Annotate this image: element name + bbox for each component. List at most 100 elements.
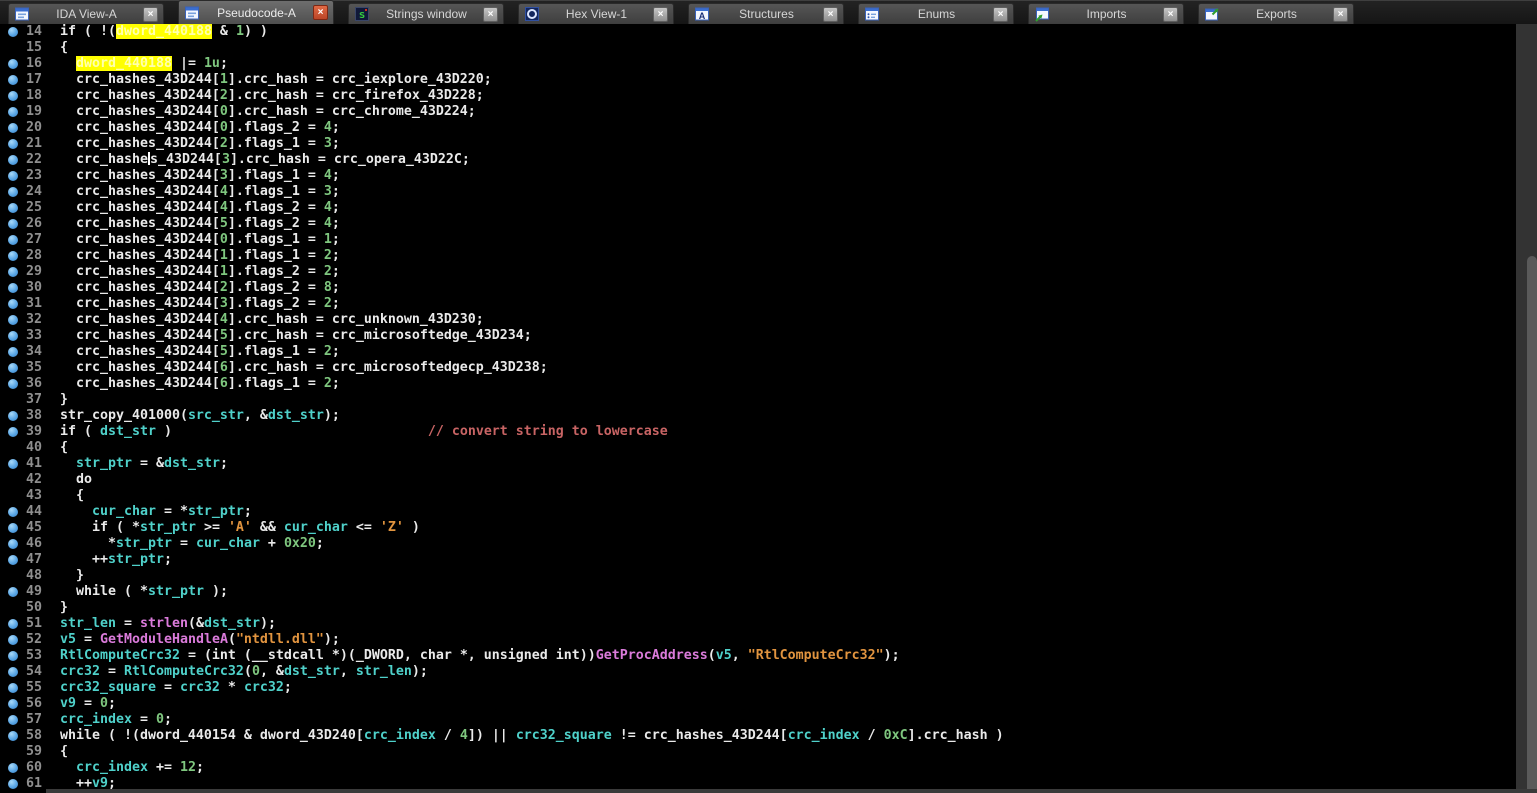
breakpoint-icon[interactable] xyxy=(8,619,18,629)
breakpoint-icon[interactable] xyxy=(8,331,18,341)
close-tab-button[interactable]: × xyxy=(993,7,1008,22)
breakpoint-icon[interactable] xyxy=(8,379,18,389)
breakpoint-gutter[interactable] xyxy=(0,728,24,744)
breakpoint-icon[interactable] xyxy=(8,459,18,469)
breakpoint-gutter[interactable] xyxy=(0,72,24,88)
tab-ida-view-a[interactable]: IDA View-A× xyxy=(8,3,164,24)
code-line[interactable]: 28 crc_hashes_43D244[1].flags_1 = 2; xyxy=(0,248,1520,264)
code-line[interactable]: 47 ++str_ptr; xyxy=(0,552,1520,568)
tab-structures[interactable]: AStructures× xyxy=(688,3,844,24)
code-line[interactable]: 60 crc_index += 12; xyxy=(0,760,1520,776)
code-line[interactable]: 40{ xyxy=(0,440,1520,456)
code-line[interactable]: 19 crc_hashes_43D244[0].crc_hash = crc_c… xyxy=(0,104,1520,120)
breakpoint-gutter[interactable] xyxy=(0,56,24,72)
code-line[interactable]: 33 crc_hashes_43D244[5].crc_hash = crc_m… xyxy=(0,328,1520,344)
breakpoint-gutter[interactable] xyxy=(0,216,24,232)
code-line[interactable]: 52v5 = GetModuleHandleA("ntdll.dll"); xyxy=(0,632,1520,648)
code-line[interactable]: 39if ( dst_str ) // convert string to lo… xyxy=(0,424,1520,440)
breakpoint-gutter[interactable] xyxy=(0,616,24,632)
breakpoint-gutter[interactable] xyxy=(0,744,24,760)
close-tab-button[interactable]: × xyxy=(1333,7,1348,22)
breakpoint-icon[interactable] xyxy=(8,315,18,325)
breakpoint-gutter[interactable] xyxy=(0,264,24,280)
code-line[interactable]: 21 crc_hashes_43D244[2].flags_1 = 3; xyxy=(0,136,1520,152)
code-line[interactable]: 20 crc_hashes_43D244[0].flags_2 = 4; xyxy=(0,120,1520,136)
breakpoint-gutter[interactable] xyxy=(0,248,24,264)
breakpoint-icon[interactable] xyxy=(8,251,18,261)
close-tab-button[interactable]: × xyxy=(1163,7,1178,22)
breakpoint-gutter[interactable] xyxy=(0,360,24,376)
breakpoint-icon[interactable] xyxy=(8,187,18,197)
close-tab-button[interactable]: × xyxy=(143,7,158,22)
code-line[interactable]: 55crc32_square = crc32 * crc32; xyxy=(0,680,1520,696)
breakpoint-gutter[interactable] xyxy=(0,392,24,408)
breakpoint-icon[interactable] xyxy=(8,763,18,773)
breakpoint-gutter[interactable] xyxy=(0,344,24,360)
breakpoint-icon[interactable] xyxy=(8,203,18,213)
code-line[interactable]: 17 crc_hashes_43D244[1].crc_hash = crc_i… xyxy=(0,72,1520,88)
breakpoint-icon[interactable] xyxy=(8,651,18,661)
code-line[interactable]: 30 crc_hashes_43D244[2].flags_2 = 8; xyxy=(0,280,1520,296)
code-line[interactable]: 57crc_index = 0; xyxy=(0,712,1520,728)
code-line[interactable]: 22 crc_hashes_43D244[3].crc_hash = crc_o… xyxy=(0,152,1520,168)
breakpoint-gutter[interactable] xyxy=(0,312,24,328)
breakpoint-gutter[interactable] xyxy=(0,776,24,792)
code-area[interactable]: 14if ( !(dword_440188 & 1) )15{16 dword_… xyxy=(0,24,1520,792)
breakpoint-icon[interactable] xyxy=(8,667,18,677)
code-line[interactable]: 56v9 = 0; xyxy=(0,696,1520,712)
code-line[interactable]: 59{ xyxy=(0,744,1520,760)
breakpoint-gutter[interactable] xyxy=(0,760,24,776)
breakpoint-icon[interactable] xyxy=(8,731,18,741)
code-line[interactable]: 51str_len = strlen(&dst_str); xyxy=(0,616,1520,632)
breakpoint-gutter[interactable] xyxy=(0,632,24,648)
breakpoint-gutter[interactable] xyxy=(0,696,24,712)
breakpoint-icon[interactable] xyxy=(8,235,18,245)
tab-exports[interactable]: Exports× xyxy=(1198,3,1354,24)
tab-imports[interactable]: Imports× xyxy=(1028,3,1184,24)
breakpoint-icon[interactable] xyxy=(8,507,18,517)
breakpoint-icon[interactable] xyxy=(8,363,18,373)
breakpoint-gutter[interactable] xyxy=(0,152,24,168)
breakpoint-gutter[interactable] xyxy=(0,328,24,344)
code-line[interactable]: 18 crc_hashes_43D244[2].crc_hash = crc_f… xyxy=(0,88,1520,104)
breakpoint-gutter[interactable] xyxy=(0,648,24,664)
breakpoint-gutter[interactable] xyxy=(0,488,24,504)
code-line[interactable]: 25 crc_hashes_43D244[4].flags_2 = 4; xyxy=(0,200,1520,216)
breakpoint-icon[interactable] xyxy=(8,91,18,101)
tab-pseudocode-a[interactable]: Pseudocode-A× xyxy=(178,0,334,24)
code-line[interactable]: 44 cur_char = *str_ptr; xyxy=(0,504,1520,520)
code-line[interactable]: 24 crc_hashes_43D244[4].flags_1 = 3; xyxy=(0,184,1520,200)
code-line[interactable]: 14if ( !(dword_440188 & 1) ) xyxy=(0,24,1520,40)
breakpoint-icon[interactable] xyxy=(8,107,18,117)
code-line[interactable]: 46 *str_ptr = cur_char + 0x20; xyxy=(0,536,1520,552)
breakpoint-gutter[interactable] xyxy=(0,232,24,248)
breakpoint-gutter[interactable] xyxy=(0,280,24,296)
breakpoint-gutter[interactable] xyxy=(0,552,24,568)
breakpoint-icon[interactable] xyxy=(8,555,18,565)
tab-enums[interactable]: Enums× xyxy=(858,3,1014,24)
breakpoint-icon[interactable] xyxy=(8,635,18,645)
breakpoint-gutter[interactable] xyxy=(0,408,24,424)
breakpoint-gutter[interactable] xyxy=(0,712,24,728)
code-line[interactable]: 26 crc_hashes_43D244[5].flags_2 = 4; xyxy=(0,216,1520,232)
code-line[interactable]: 50} xyxy=(0,600,1520,616)
code-line[interactable]: 37} xyxy=(0,392,1520,408)
breakpoint-icon[interactable] xyxy=(8,267,18,277)
breakpoint-gutter[interactable] xyxy=(0,664,24,680)
tab-hex-view-1[interactable]: Hex View-1× xyxy=(518,3,674,24)
code-line[interactable]: 34 crc_hashes_43D244[5].flags_1 = 2; xyxy=(0,344,1520,360)
code-line[interactable]: 49 while ( *str_ptr ); xyxy=(0,584,1520,600)
breakpoint-icon[interactable] xyxy=(8,411,18,421)
code-line[interactable]: 32 crc_hashes_43D244[4].crc_hash = crc_u… xyxy=(0,312,1520,328)
breakpoint-icon[interactable] xyxy=(8,427,18,437)
code-line[interactable]: 45 if ( *str_ptr >= 'A' && cur_char <= '… xyxy=(0,520,1520,536)
code-line[interactable]: 29 crc_hashes_43D244[1].flags_2 = 2; xyxy=(0,264,1520,280)
close-tab-button[interactable]: × xyxy=(313,5,328,20)
breakpoint-gutter[interactable] xyxy=(0,536,24,552)
code-line[interactable]: 35 crc_hashes_43D244[6].crc_hash = crc_m… xyxy=(0,360,1520,376)
code-line[interactable]: 31 crc_hashes_43D244[3].flags_2 = 2; xyxy=(0,296,1520,312)
breakpoint-gutter[interactable] xyxy=(0,472,24,488)
horizontal-scrollbar-track[interactable] xyxy=(46,789,1537,793)
breakpoint-gutter[interactable] xyxy=(0,376,24,392)
breakpoint-icon[interactable] xyxy=(8,59,18,69)
